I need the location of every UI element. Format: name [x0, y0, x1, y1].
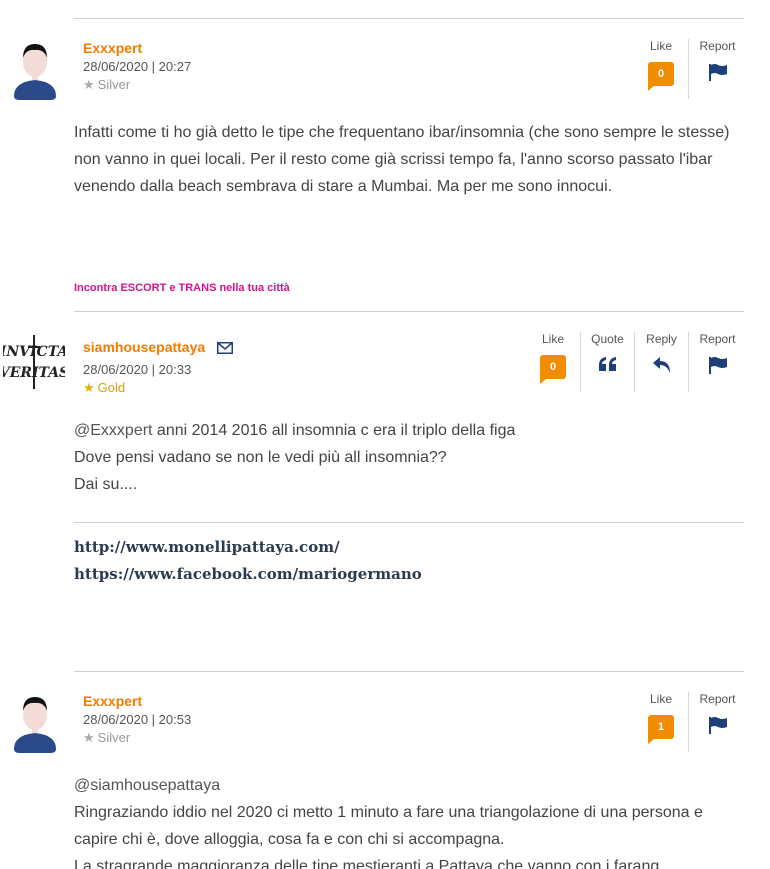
report-button[interactable]: Report	[688, 332, 746, 392]
author-name[interactable]: Exxxpert	[83, 693, 142, 709]
star-icon: ★	[83, 77, 95, 92]
report-label: Report	[699, 692, 736, 706]
report-label: Report	[699, 332, 736, 346]
divider	[74, 311, 744, 312]
post-body: @siamhousepattaya Ringraziando iddio nel…	[74, 772, 744, 869]
flag-icon	[708, 357, 727, 374]
like-count[interactable]: 0	[540, 355, 566, 384]
signature-link[interactable]: http://www.monellipattaya.com/	[74, 534, 422, 561]
post-body: @Exxxpert anni 2014 2016 all insomnia c …	[74, 422, 516, 493]
report-button[interactable]: Report	[688, 39, 746, 99]
like-button[interactable]: Like 1	[634, 692, 688, 752]
quote-label: Quote	[591, 332, 624, 346]
post-actions: Like 0 Quote Reply Report	[526, 332, 746, 392]
rank-badge: ★ Silver	[83, 730, 131, 745]
signature-link[interactable]: https://www.facebook.com/mariogermano	[74, 561, 422, 588]
reply-button[interactable]: Reply	[634, 332, 688, 392]
divider	[74, 671, 744, 672]
rank-badge: ★ Silver	[83, 77, 131, 92]
user-logo[interactable]: INVICTA VERITAS	[0, 333, 69, 391]
author-name[interactable]: Exxxpert	[83, 40, 142, 56]
mail-icon[interactable]	[217, 342, 234, 354]
divider	[74, 18, 744, 19]
report-button[interactable]: Report	[688, 692, 746, 752]
sponsor-link[interactable]: Incontra ESCORT e TRANS nella tua città	[74, 282, 290, 294]
signature-divider	[74, 522, 744, 523]
avatar[interactable]	[10, 693, 60, 753]
post-body: Infatti come ti ho già detto le tipe che…	[74, 124, 730, 195]
quote-button[interactable]: Quote	[580, 332, 634, 392]
like-label: Like	[541, 332, 564, 346]
like-count[interactable]: 1	[648, 715, 674, 744]
like-count[interactable]: 0	[648, 62, 674, 91]
reply-icon	[652, 357, 670, 373]
star-icon: ★	[83, 380, 95, 395]
like-label: Like	[649, 39, 672, 53]
post-date: 28/06/2020 | 20:53	[83, 712, 192, 727]
avatar[interactable]	[10, 40, 60, 100]
post-date: 28/06/2020 | 20:33	[83, 362, 192, 377]
quote-icon	[598, 357, 616, 371]
report-label: Report	[699, 39, 736, 53]
signature: http://www.monellipattaya.com/ https://w…	[74, 534, 422, 588]
post-actions: Like 1 Report	[634, 692, 746, 752]
like-button[interactable]: Like 0	[526, 332, 580, 392]
post-date: 28/06/2020 | 20:27	[83, 59, 192, 74]
mention-link[interactable]: @siamhousepattaya	[74, 772, 744, 799]
like-label: Like	[649, 692, 672, 706]
post-actions: Like 0 Report	[634, 39, 746, 99]
like-button[interactable]: Like 0	[634, 39, 688, 99]
author-name[interactable]: siamhousepattaya	[83, 339, 234, 355]
mention-link[interactable]: @Exxxpert	[74, 422, 152, 439]
star-icon: ★	[83, 730, 95, 745]
flag-icon	[708, 64, 727, 81]
flag-icon	[708, 717, 727, 734]
reply-label: Reply	[646, 332, 677, 346]
rank-badge: ★ Gold	[83, 380, 126, 395]
